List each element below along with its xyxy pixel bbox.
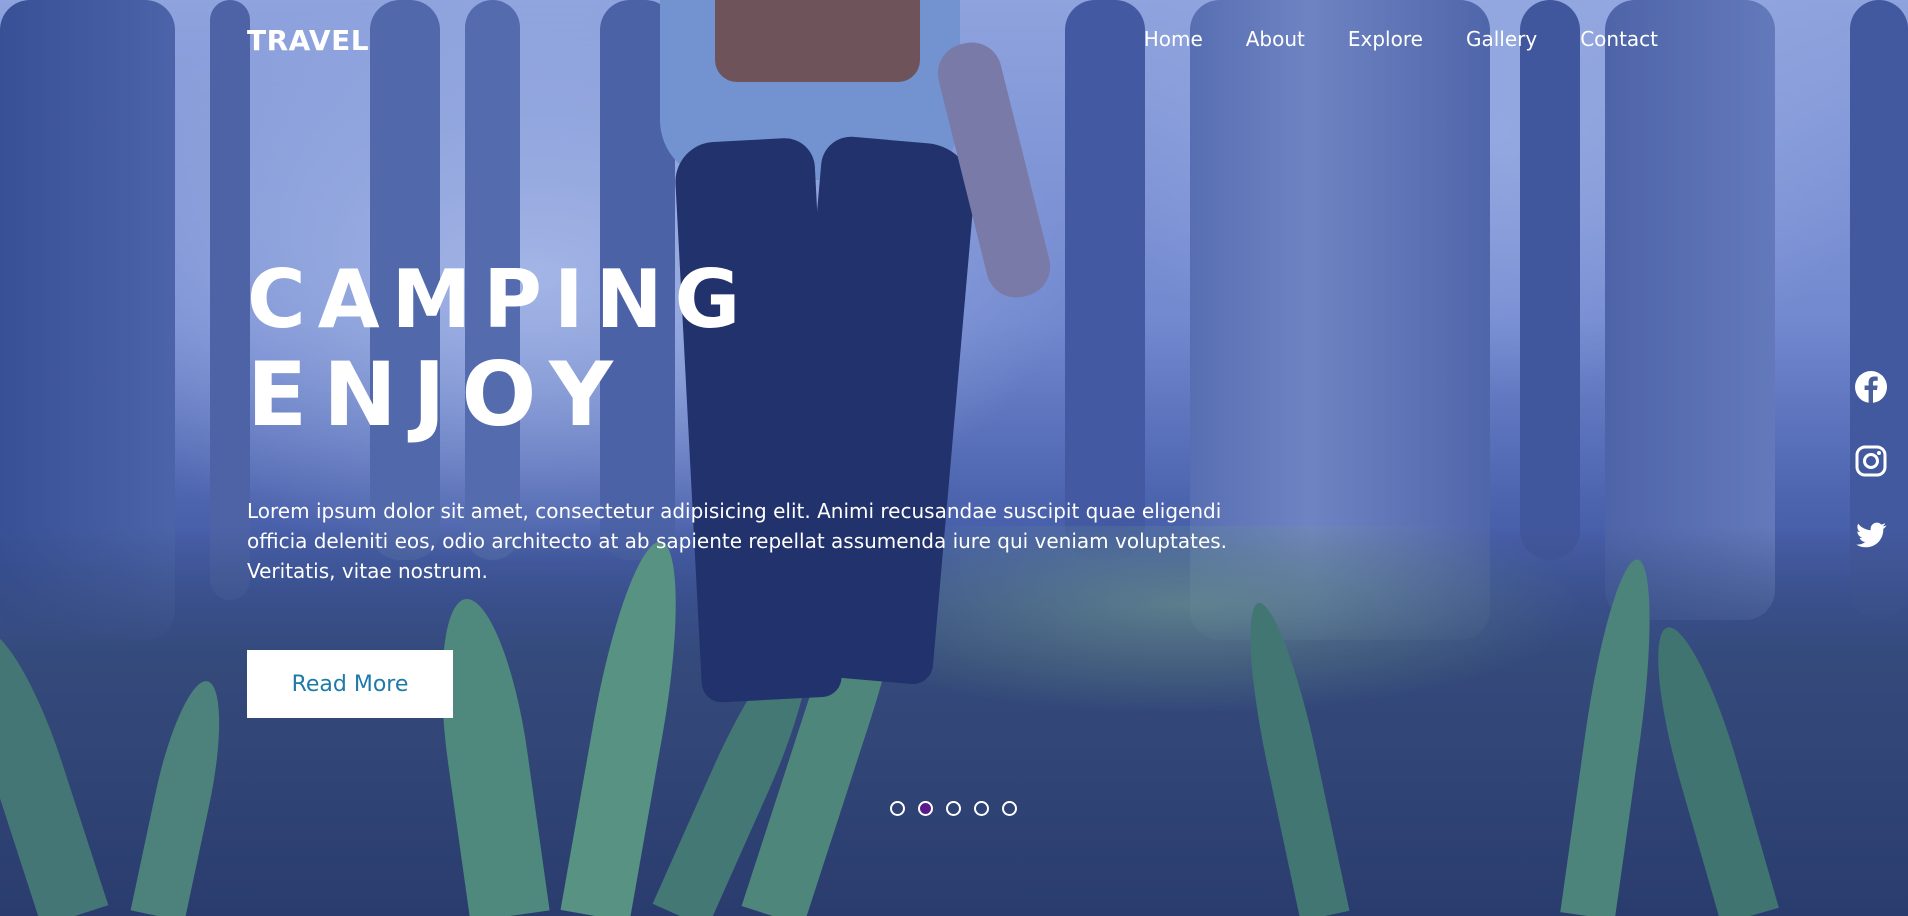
twitter-icon [1856,522,1887,548]
nav-contact[interactable]: Contact [1580,27,1658,51]
hero-title-line1: CAMPING [247,253,753,346]
slider-dot[interactable] [974,801,989,816]
nav-home[interactable]: Home [1144,27,1203,51]
social-links [1854,370,1888,552]
instagram-link[interactable] [1854,444,1888,478]
color-overlay [0,0,1908,916]
facebook-icon [1855,371,1887,403]
slider-dots [890,801,1017,816]
read-more-button[interactable]: Read More [247,650,453,718]
slider-dot[interactable] [946,801,961,816]
twitter-link[interactable] [1854,518,1888,552]
site-header: TRAVEL Home About Explore Gallery Contac… [0,0,1908,82]
hero-heading: CAMPING ENJOY [247,255,752,445]
nav-gallery[interactable]: Gallery [1466,27,1537,51]
slider-dot[interactable] [1002,801,1017,816]
background-image [0,0,1908,916]
main-nav: Home About Explore Gallery Contact [1144,27,1658,51]
nav-explore[interactable]: Explore [1348,27,1423,51]
instagram-icon [1855,445,1887,477]
hero-title-line2: ENJOY [247,343,629,446]
hero-description: Lorem ipsum dolor sit amet, consectetur … [247,499,1228,583]
slider-dot[interactable] [890,801,905,816]
site-logo[interactable]: TRAVEL [247,24,369,57]
facebook-link[interactable] [1854,370,1888,404]
nav-about[interactable]: About [1246,27,1305,51]
slider-dot[interactable] [918,801,933,816]
